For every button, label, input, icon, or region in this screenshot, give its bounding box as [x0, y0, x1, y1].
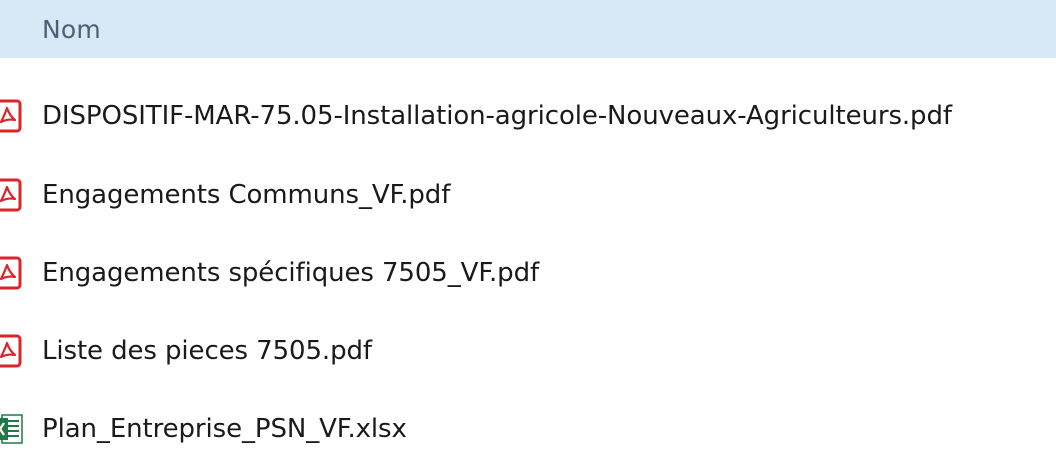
pdf-file-icon: [0, 178, 24, 212]
pdf-file-icon: [0, 334, 24, 368]
file-row[interactable]: DISPOSITIF-MAR-75.05-Installation-agrico…: [0, 76, 1056, 156]
column-header-name[interactable]: Nom: [0, 0, 1056, 58]
file-row[interactable]: Plan_Entreprise_PSN_VF.xlsx: [0, 390, 1056, 468]
file-name: Engagements Communs_VF.pdf: [42, 180, 451, 210]
pdf-file-icon: [0, 256, 24, 290]
file-name: DISPOSITIF-MAR-75.05-Installation-agrico…: [42, 101, 952, 131]
file-list: DISPOSITIF-MAR-75.05-Installation-agrico…: [0, 58, 1056, 468]
file-row[interactable]: Engagements spécifiques 7505_VF.pdf: [0, 234, 1056, 312]
file-name: Liste des pieces 7505.pdf: [42, 336, 372, 366]
excel-file-icon: [0, 412, 24, 446]
file-name: Engagements spécifiques 7505_VF.pdf: [42, 258, 540, 288]
column-header-label: Nom: [42, 14, 101, 44]
pdf-file-icon: [0, 99, 24, 133]
file-name: Plan_Entreprise_PSN_VF.xlsx: [42, 414, 407, 444]
file-row[interactable]: Engagements Communs_VF.pdf: [0, 156, 1056, 234]
file-row[interactable]: Liste des pieces 7505.pdf: [0, 312, 1056, 390]
